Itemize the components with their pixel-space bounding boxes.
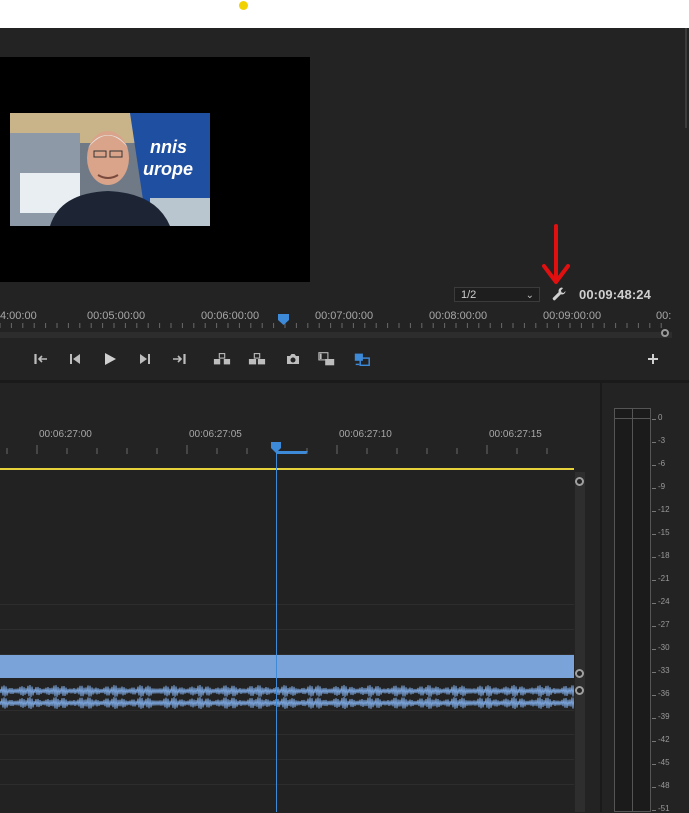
scroll-handle-mid[interactable] [575, 669, 584, 678]
db-tick [652, 695, 656, 696]
db-label: -12 [658, 505, 670, 514]
track-separator [0, 759, 574, 760]
db-label: -36 [658, 689, 670, 698]
playback-resolution-select[interactable]: 1/2 ⌄ [454, 287, 540, 302]
db-tick [652, 534, 656, 535]
db-label: -48 [658, 781, 670, 790]
camera-icon [287, 354, 299, 364]
audio-clip[interactable] [0, 655, 574, 678]
extract-icon [248, 353, 266, 365]
meter-channel-divider [632, 408, 633, 812]
timeline-vertical-scrollbar[interactable] [575, 472, 585, 812]
step-back-button[interactable] [66, 350, 84, 368]
db-tick [652, 580, 656, 581]
track-area[interactable] [0, 470, 574, 812]
track-separator [0, 734, 574, 735]
monitor-playhead-icon[interactable] [278, 314, 289, 325]
insert-icon [318, 352, 335, 366]
playhead-timecode[interactable]: 00:09:48:24 [579, 287, 651, 302]
db-tick [652, 626, 656, 627]
db-label: -24 [658, 597, 670, 606]
db-label: -33 [658, 666, 670, 675]
db-tick [652, 465, 656, 466]
add-button[interactable] [644, 350, 662, 368]
db-label: -42 [658, 735, 670, 744]
mark-in-icon [34, 354, 47, 364]
db-label: -27 [658, 620, 670, 629]
db-tick [652, 810, 656, 811]
db-tick [652, 718, 656, 719]
plus-icon [648, 354, 658, 364]
db-tick [652, 557, 656, 558]
top-strip [0, 0, 689, 28]
timeline-playhead-line[interactable] [276, 448, 277, 812]
db-tick [652, 741, 656, 742]
wrench-icon[interactable] [551, 286, 567, 302]
monitor-zoom-scrollbar[interactable] [0, 332, 672, 338]
overwrite-button[interactable] [353, 350, 371, 368]
db-label: 0 [658, 413, 663, 422]
ruler-label: 00:06:27:00 [39, 429, 92, 440]
resolution-value: 1/2 [461, 289, 477, 301]
ruler-label: 00:06:27:05 [189, 429, 242, 440]
db-label: -21 [658, 574, 670, 583]
export-frame-button[interactable] [284, 350, 302, 368]
presenter-image-icon: nnis urope [10, 113, 210, 226]
db-label: -45 [658, 758, 670, 767]
chevron-down-icon: ⌄ [525, 290, 534, 301]
mark-in-button[interactable] [32, 350, 50, 368]
svg-text:nnis: nnis [150, 137, 187, 157]
track-separator [0, 629, 574, 630]
timeline-playhead-icon[interactable] [270, 442, 310, 456]
db-tick [652, 649, 656, 650]
lift-button[interactable] [213, 350, 231, 368]
db-tick [652, 442, 656, 443]
zoom-handle[interactable] [661, 329, 669, 337]
db-tick [652, 672, 656, 673]
lift-icon [213, 353, 231, 365]
mark-out-button[interactable] [170, 350, 188, 368]
ruler-label: 00:06:27:15 [489, 429, 542, 440]
db-label: -15 [658, 528, 670, 537]
monitor-ruler-ticks [0, 323, 662, 328]
track-separator [0, 604, 574, 605]
db-label: -39 [658, 712, 670, 721]
mark-out-icon [173, 354, 186, 364]
track-separator [0, 710, 574, 711]
db-tick [652, 419, 656, 420]
step-forward-button[interactable] [136, 350, 154, 368]
db-label: -18 [658, 551, 670, 560]
track-separator [0, 784, 574, 785]
ruler-label: 00:06:27:10 [339, 429, 392, 440]
step-forward-icon [140, 354, 150, 364]
scroll-handle-low[interactable] [575, 686, 584, 695]
db-label: -9 [658, 482, 666, 491]
audio-waveform[interactable] [0, 684, 574, 710]
db-tick [652, 603, 656, 604]
cursor-dot-icon [239, 1, 248, 10]
db-tick [652, 787, 656, 788]
db-tick [652, 488, 656, 489]
annotation-arrow-icon [542, 224, 570, 284]
db-tick [652, 511, 656, 512]
db-tick [652, 764, 656, 765]
svg-text:urope: urope [143, 159, 193, 179]
video-thumbnail: nnis urope [10, 113, 210, 226]
panel-edge [685, 28, 687, 128]
play-icon [105, 353, 116, 365]
db-label: -3 [658, 436, 666, 445]
db-label: -30 [658, 643, 670, 652]
scroll-handle-top[interactable] [575, 477, 584, 486]
insert-button[interactable] [318, 350, 336, 368]
overwrite-icon [354, 353, 370, 367]
play-button[interactable] [101, 350, 119, 368]
step-back-icon [70, 354, 80, 364]
db-label: -6 [658, 459, 666, 468]
extract-button[interactable] [248, 350, 266, 368]
